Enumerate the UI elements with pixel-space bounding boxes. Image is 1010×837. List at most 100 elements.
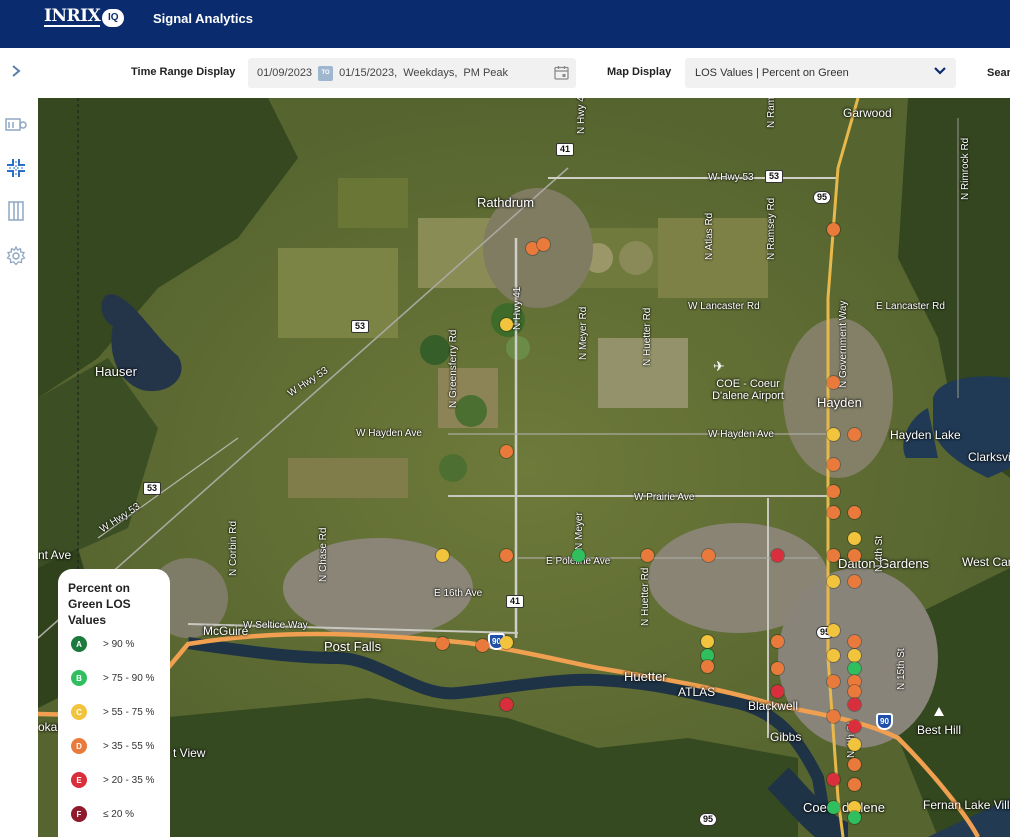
signal-marker[interactable] xyxy=(475,638,489,652)
place-label-fernan-lake: Fernan Lake Village xyxy=(923,798,1010,812)
road-label-n-government: N Government Way xyxy=(838,300,849,388)
road-label-w-hayden-west: W Hayden Ave xyxy=(356,428,422,439)
calendar-icon[interactable] xyxy=(554,65,569,83)
legend-row: A > 90 % xyxy=(71,636,134,652)
signal-marker[interactable] xyxy=(847,661,861,675)
route-shield-s41b: 41 xyxy=(506,595,524,608)
place-label-blackwell: Blackwell xyxy=(748,699,799,713)
legend-grade-badge: F xyxy=(71,806,87,822)
top-navigation-bar: INRIX IQ Signal Analytics xyxy=(0,0,1010,48)
legend-row: D > 35 - 55 % xyxy=(71,738,154,754)
inrix-iq-logo[interactable]: INRIX IQ xyxy=(44,8,125,27)
days-filter[interactable]: Weekdays xyxy=(403,67,454,79)
signal-marker[interactable] xyxy=(499,635,513,649)
signal-marker[interactable] xyxy=(827,375,840,389)
road-label-n-hwy-41: N Hwy 41 xyxy=(512,286,523,330)
signal-marker[interactable] xyxy=(770,684,784,698)
road-label-n-4th-1: N 4th St xyxy=(874,535,885,572)
place-label-atlas: ATLAS xyxy=(678,685,716,699)
signal-marker[interactable] xyxy=(827,648,840,662)
to-badge: TO xyxy=(318,65,334,81)
signal-marker[interactable] xyxy=(700,635,714,649)
signal-marker[interactable] xyxy=(847,549,861,563)
signal-marker[interactable] xyxy=(536,238,550,251)
place-label-mcguire: McGuire xyxy=(203,624,249,638)
signal-marker[interactable] xyxy=(847,684,861,698)
app-title: Signal Analytics xyxy=(153,11,253,26)
signal-marker[interactable] xyxy=(770,661,784,675)
us-route-shield-s95b: 95 xyxy=(813,191,831,204)
road-label-w-hayden-east: W Hayden Ave xyxy=(708,429,774,440)
signal-marker[interactable] xyxy=(847,719,861,733)
map-display-label: Map Display xyxy=(607,66,672,78)
place-label-hayden-lake: Hayden Lake xyxy=(890,428,961,442)
signal-marker[interactable] xyxy=(770,549,784,563)
date-range-picker[interactable]: 01/09/2023 TO 01/15/2023 , Weekdays , PM… xyxy=(248,58,576,88)
road-label-n-hwy-41-top: N Hwy 41 xyxy=(576,98,587,134)
place-label-justice-view: t View xyxy=(173,746,206,760)
legend-grade-badge: B xyxy=(71,670,87,686)
signal-marker[interactable] xyxy=(827,484,840,498)
signal-marker[interactable] xyxy=(827,623,840,637)
signal-marker[interactable] xyxy=(847,757,861,771)
airport-label: COE - Coeur D'alene Airport xyxy=(712,378,784,402)
signal-marker[interactable] xyxy=(435,549,449,563)
signal-marker[interactable] xyxy=(847,777,861,791)
signal-marker[interactable] xyxy=(827,575,840,589)
road-label-w-lancaster: W Lancaster Rd xyxy=(688,301,760,312)
separator: , xyxy=(454,67,458,79)
route-shield-s53b: 53 xyxy=(143,482,161,495)
legend-row: F ≤ 20 % xyxy=(71,806,134,822)
corridor-icon[interactable] xyxy=(5,114,27,136)
signal-marker[interactable] xyxy=(499,445,513,458)
gear-icon[interactable] xyxy=(5,245,27,267)
chevron-right-icon[interactable] xyxy=(5,60,27,82)
road-label-w-hwy-53-north: W Hwy 53 xyxy=(708,172,754,183)
legend-row: E > 20 - 35 % xyxy=(71,772,154,788)
legend-grade-badge: D xyxy=(71,738,87,754)
place-label-hauser: Hauser xyxy=(95,364,137,379)
road-label-n-ramsey: N Ramsey Rd xyxy=(766,197,777,260)
road-label-n-ramsey-top: N Ramsey Rd xyxy=(766,98,778,128)
map-display-select[interactable]: LOS Values | Percent on Green xyxy=(685,58,956,88)
signal-marker[interactable] xyxy=(827,800,840,814)
legend-row: C > 55 - 75 % xyxy=(71,704,154,720)
start-date[interactable]: 01/09/2023 xyxy=(257,67,312,79)
road-label-e-16th: E 16th Ave xyxy=(434,588,483,599)
signal-marker[interactable] xyxy=(435,637,449,651)
road-label-e-lancaster: E Lancaster Rd xyxy=(876,301,945,312)
signal-marker[interactable] xyxy=(770,635,784,649)
signal-marker[interactable] xyxy=(847,506,861,520)
road-label-n-atlas: N Atlas Rd xyxy=(704,212,715,260)
signal-marker[interactable] xyxy=(827,506,840,520)
end-date[interactable]: 01/15/2023 xyxy=(339,67,394,79)
legend-range-label: ≤ 20 % xyxy=(103,808,135,820)
signal-marker[interactable] xyxy=(847,648,861,662)
road-label-n-15th: N 15th St xyxy=(896,648,907,690)
signal-list-icon[interactable] xyxy=(5,200,27,222)
signal-marker[interactable] xyxy=(499,317,513,331)
signal-marker[interactable] xyxy=(700,660,714,673)
place-label-huetter: Huetter xyxy=(624,669,667,684)
airport-icon: ✈ xyxy=(713,358,725,374)
legend-range-label: > 90 % xyxy=(103,638,135,650)
signal-marker[interactable] xyxy=(827,772,840,786)
satellite-map[interactable]: Rathdrum Hauser Post Falls McGuire Huetter Ha… xyxy=(38,98,1010,837)
place-label-rathdrum: Rathdrum xyxy=(477,195,535,210)
signal-marker[interactable] xyxy=(827,223,840,236)
signal-marker[interactable] xyxy=(847,531,861,545)
period-filter[interactable]: PM Peak xyxy=(463,67,508,79)
signal-marker[interactable] xyxy=(499,549,513,563)
road-label-n-chase: N Chase Rd xyxy=(318,527,329,582)
signal-marker[interactable] xyxy=(847,575,861,589)
controls-toolbar: Time Range Display 01/09/2023 TO 01/15/2… xyxy=(38,48,1010,98)
route-shield-s53a: 53 xyxy=(351,320,369,333)
road-label-n-rimrock: N Rimrock Rd xyxy=(960,137,971,200)
intersection-icon[interactable] xyxy=(5,157,27,179)
place-label-best-hill: Best Hill xyxy=(917,723,962,737)
road-label-w-prairie: W Prairie Ave xyxy=(634,492,695,503)
road-label-n-corbin: N Corbin Rd xyxy=(228,520,239,576)
los-legend: Percent on Green LOS Values A > 90 % B > 75… xyxy=(58,569,170,837)
place-label-garwood: Garwood xyxy=(843,106,892,120)
search-label[interactable]: Sear xyxy=(987,67,1010,79)
